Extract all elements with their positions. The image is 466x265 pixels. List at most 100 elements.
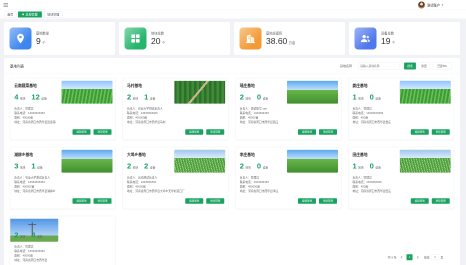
address-value: 河南省周口市西华县娄庄 <box>360 120 391 124</box>
stat-unit: 个 <box>391 41 396 45</box>
base-card[interactable]: 马村基地 2 地块 1 设备 负责人：农业大学测试负责人 联系电话：13333333333 面… <box>122 78 229 140</box>
stat-number: 9 <box>36 36 41 47</box>
device-count-label: 设备 <box>262 97 269 100</box>
plot-count: 1 <box>352 161 357 170</box>
plot-count: 1 <box>352 92 357 101</box>
base-card[interactable]: 李庄基地 2 地块 0 设备 负责人：管理员 联系电话：1333333333 面积：40000… <box>235 147 342 209</box>
plot-count-label: 地块 <box>245 166 251 169</box>
stat-number: 38.60 <box>266 36 288 47</box>
manage-plots-button[interactable]: 地块管理 <box>319 129 337 135</box>
next-page-button[interactable] <box>415 254 421 260</box>
area-value: 400亩 <box>360 116 369 119</box>
phone-label: 联系电话： <box>127 111 141 115</box>
manage-plots-button[interactable]: 地块管理 <box>206 198 225 204</box>
user-menu[interactable]: 测试账户 <box>418 1 444 9</box>
edit-base-button[interactable]: 编辑基地 <box>72 129 91 135</box>
device-count: 2 <box>144 161 149 170</box>
base-list-panel: 基地列表 基地名称 搜索 重置 已建5/9 云南蔬菜基地4地块12设备负责人：管… <box>4 58 460 265</box>
manage-plots-button[interactable]: 地块管理 <box>319 198 337 204</box>
search-button[interactable]: 搜索 <box>404 62 416 70</box>
base-card[interactable]: 瑶庄基地 2 地块 0 设备 负责人：测试账号 yan 联系电话：1333333333 面积：… <box>235 78 342 140</box>
base-actions: 编辑基地 地块管理 <box>408 198 450 204</box>
edit-base-button[interactable]: 编辑基地 <box>185 198 204 204</box>
base-actions: 编辑基地 地块管理 <box>182 129 225 135</box>
tab-plot-management[interactable]: 地块管理 <box>44 11 63 18</box>
base-card[interactable]: 湖柳乡基地 3 地块 1 设备 负责人：农业大学测试负责人 联系电话：13333333333… <box>10 147 116 209</box>
tab-home[interactable]: 首页 <box>4 11 17 18</box>
phone-label: 联系电话： <box>14 249 28 253</box>
prev-page-button[interactable] <box>399 254 405 260</box>
manager-label: 负责人： <box>14 245 26 248</box>
edit-base-button[interactable]: 编辑基地 <box>185 129 204 135</box>
base-name: 大埠乡基地 <box>127 152 146 157</box>
edit-base-button[interactable]: 编辑基地 <box>298 198 316 204</box>
base-actions: 编辑基地 地块管理 <box>295 129 337 135</box>
address-value: 河南省周口市西华县田庄 <box>360 189 391 193</box>
area-label: 面积： <box>352 185 361 188</box>
base-card[interactable]: 娄庄基地 1 地块 0 设备 负责人：管理员 联系电话：13333333333 面积：400亩… <box>348 78 454 140</box>
device-count-label: 设备 <box>375 97 381 100</box>
area-value: 40000亩 <box>22 254 33 257</box>
base-card-grid: 云南蔬菜基地 4 地块 12 设备 负责人：管理员 联系电话：13333333333 面积：4… <box>10 78 454 265</box>
manager-label: 负责人： <box>352 107 364 110</box>
manager-value: 管理员 <box>363 176 372 179</box>
manager-value: 管理员 <box>25 107 34 110</box>
base-photo <box>399 80 451 104</box>
base-actions: 编辑基地 地块管理 <box>408 129 450 135</box>
phone-label: 联系电话： <box>352 111 367 115</box>
base-name-search-input[interactable] <box>358 62 400 70</box>
plot-count: 3 <box>14 161 19 170</box>
device-count: 0 <box>369 92 374 101</box>
edit-base-button[interactable]: 编辑基地 <box>72 198 91 204</box>
stat-unit: 万亩 <box>288 41 296 45</box>
avatar[interactable] <box>418 1 425 9</box>
stat-card-device-count: 设备总数 19 个 <box>349 22 460 55</box>
base-card[interactable]: 云南蔬菜基地 4 地块 12 设备 负责人：管理员 联系电话：13333333333 面积：4… <box>10 78 116 140</box>
base-info: 负责人：管理员 联系电话：1333333333 面积：400亩 地址：河南省周口市西华… <box>353 175 446 193</box>
phone-value: 1333333333 <box>253 111 269 115</box>
caret-down-icon[interactable] <box>441 4 444 6</box>
stat-label: 基地数量 <box>36 31 50 35</box>
edit-base-button[interactable]: 编辑基地 <box>410 198 429 204</box>
tab-base-management[interactable]: 基地管理 <box>18 11 42 18</box>
goto-page-input[interactable] <box>431 254 440 260</box>
base-card[interactable]: 田庄基地 1 地块 0 设备 负责人：管理员 联系电话：1333333333 面积：400亩地… <box>348 147 454 209</box>
address-field: 地址：河南省周口市西华县 <box>14 258 107 263</box>
area-label: 面积： <box>127 116 136 119</box>
address-field: 地址：河南省周口市西华县田庄 <box>353 189 446 194</box>
device-count-label: 设备 <box>41 97 47 100</box>
page-suffix: 页 <box>440 256 444 259</box>
user-name[interactable]: 测试账户 <box>427 3 440 8</box>
edit-base-button[interactable]: 编辑基地 <box>410 129 429 135</box>
phone-label: 联系电话： <box>127 180 141 184</box>
area-label: 面积： <box>14 185 23 188</box>
base-photo <box>61 149 113 173</box>
address-field: 地址：河南省周口市西华县瑶庄 <box>240 120 333 125</box>
address-field: 地址：河南省周口市西华县娄庄 <box>353 120 446 125</box>
page-number-current[interactable]: 1 <box>406 254 413 261</box>
stat-value: 9个 <box>36 37 45 47</box>
address-value: 河南省周口市西华县大埠乡天华村道口厂 <box>135 189 185 193</box>
address-label: 地址： <box>14 258 23 262</box>
search-label: 基地名称 <box>340 64 353 68</box>
manage-plots-button[interactable]: 地块管理 <box>431 129 450 135</box>
device-count: 1 <box>144 92 149 101</box>
plot-count-label: 地块 <box>358 166 364 169</box>
stat-number: 19 <box>381 36 391 47</box>
manage-plots-button[interactable]: 地块管理 <box>431 198 450 204</box>
menu-icon[interactable] <box>3 3 8 7</box>
manager-value: 农业大学测试负责人 <box>25 176 50 179</box>
panel-header: 基地列表 基地名称 搜索 重置 已建5/9 <box>4 58 460 74</box>
manage-plots-button[interactable]: 地块管理 <box>93 129 112 135</box>
base-card[interactable]: 云南测试基地2地块4设备负责人：管理员联系电话：13333333333面积：40… <box>10 216 116 265</box>
manage-plots-button[interactable]: 地块管理 <box>206 129 225 135</box>
base-info: 负责人：管理员 联系电话：13333333333 面积：40000亩 地址：河南省周口… <box>14 106 107 124</box>
manager-label: 负责人： <box>14 176 26 179</box>
base-card[interactable]: 大埠乡基地 2 地块 2 设备 负责人：云南测试负责人 联系电话：1333333333 面积：… <box>122 147 229 209</box>
address-field: 地址：河南省周口市西华县李庄 <box>240 189 333 194</box>
reset-button[interactable]: 重置 <box>418 62 430 70</box>
base-quota-button[interactable]: 已建5/9 <box>432 62 452 70</box>
edit-base-button[interactable]: 编辑基地 <box>298 129 316 135</box>
manage-plots-button[interactable]: 地块管理 <box>93 198 112 204</box>
device-count-label: 设备 <box>375 166 381 169</box>
